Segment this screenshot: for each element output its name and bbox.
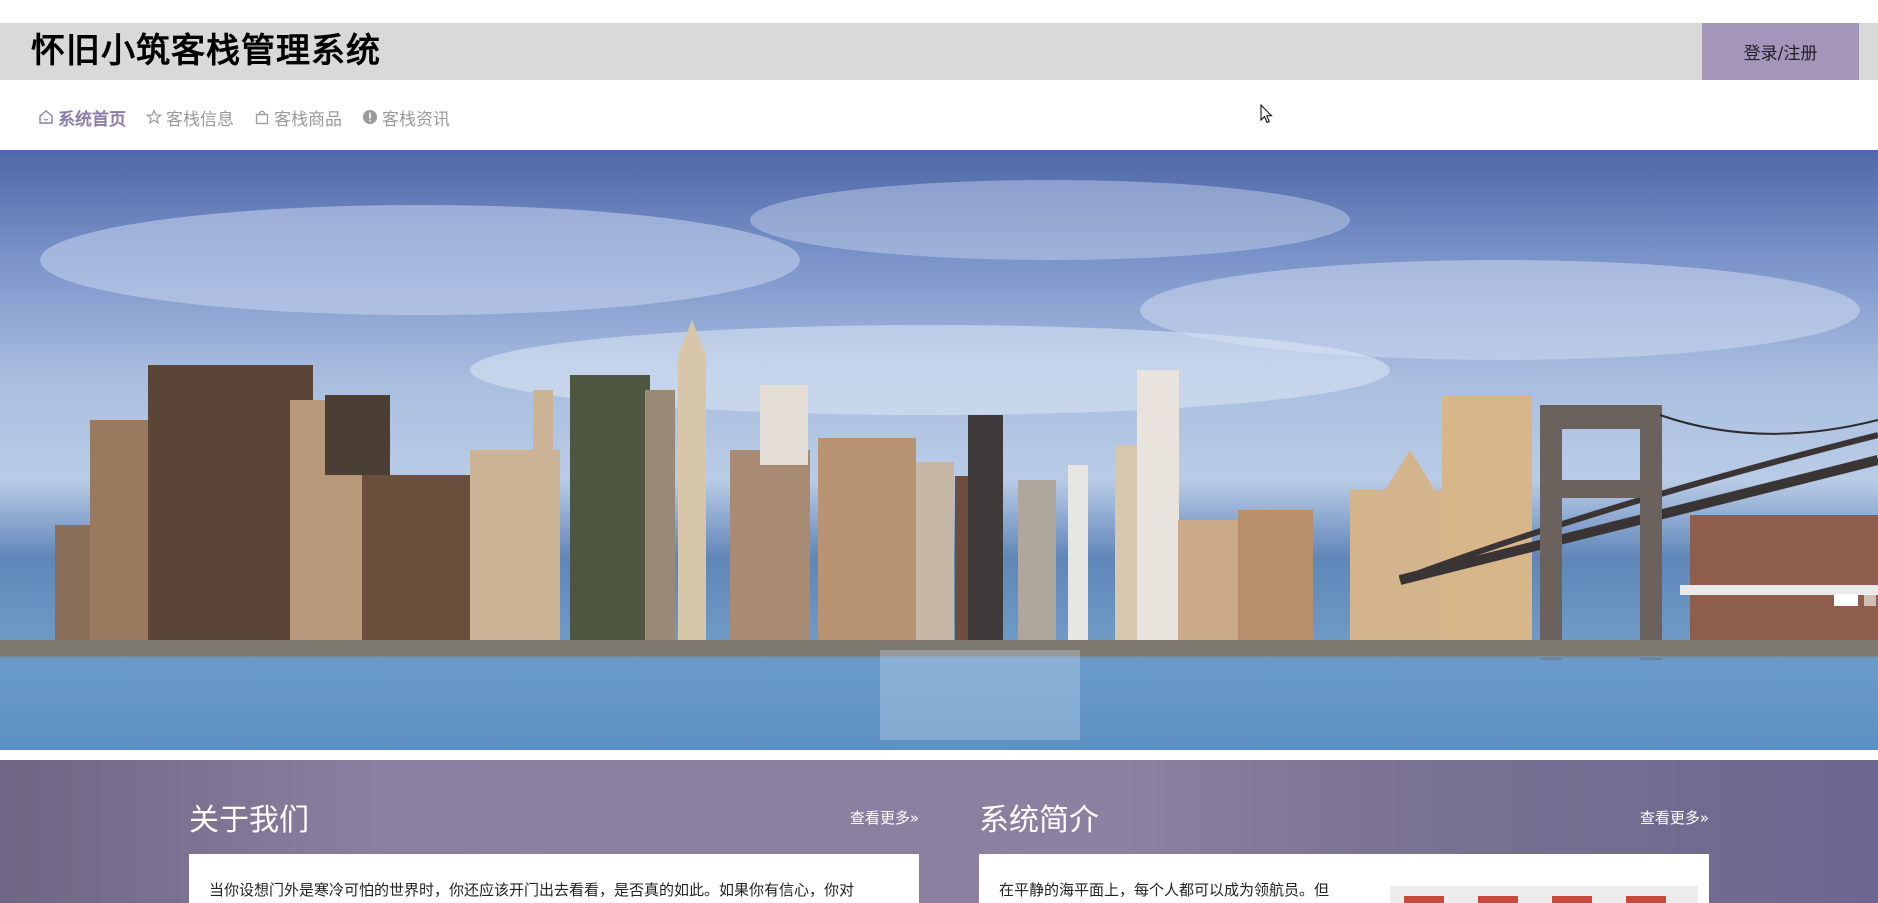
info-icon <box>363 110 377 124</box>
main-nav: 系统首页 客栈信息 客栈商品 客栈资讯 <box>38 103 450 131</box>
about-more-link[interactable]: 查看更多» <box>850 807 919 828</box>
intro-text: 在平静的海平面上，每个人都可以成为领航员。但 <box>999 881 1330 899</box>
nav-item-inn-goods[interactable]: 客栈商品 <box>254 105 342 130</box>
carousel-dot-active[interactable] <box>1834 594 1858 606</box>
intro-title: 系统简介 <box>979 803 1099 838</box>
about-card: 当你设想门外是寒冷可怕的世界时，你还应该开门出去看看，是否真的如此。如果你有信心… <box>189 854 919 903</box>
nav-item-label: 客栈资讯 <box>382 109 450 130</box>
carousel-dot[interactable] <box>1864 594 1876 606</box>
info-section: 关于我们 查看更多» 当你设想门外是寒冷可怕的世界时，你还应该开门出去看看，是否… <box>0 760 1878 903</box>
mouse-cursor-icon <box>1260 104 1273 124</box>
about-header: 关于我们 查看更多» <box>189 795 919 839</box>
header-bar: 怀旧小筑客栈管理系统 登录/注册 <box>0 23 1878 80</box>
nav-item-label: 系统首页 <box>58 109 126 130</box>
about-text: 当你设想门外是寒冷可怕的世界时，你还应该开门出去看看，是否真的如此。如果你有信心… <box>209 881 855 899</box>
about-title: 关于我们 <box>189 803 309 838</box>
star-icon <box>146 109 162 125</box>
bag-icon <box>255 110 269 125</box>
nav-item-home[interactable]: 系统首页 <box>38 105 126 130</box>
hero-banner[interactable] <box>0 150 1878 750</box>
site-title: 怀旧小筑客栈管理系统 <box>31 31 381 71</box>
intro-image <box>1390 886 1698 903</box>
home-icon <box>39 110 53 124</box>
nav-item-label: 客栈商品 <box>274 109 342 130</box>
intro-more-link[interactable]: 查看更多» <box>1640 807 1709 828</box>
nav-item-inn-info[interactable]: 客栈信息 <box>146 105 234 130</box>
city-skyline-image <box>0 180 1878 750</box>
page: 怀旧小筑客栈管理系统 登录/注册 系统首页 客栈信息 客栈商品 客栈资讯 关于我… <box>0 0 1878 903</box>
nav-item-label: 客栈信息 <box>166 109 234 130</box>
carousel-indicators <box>1834 594 1876 606</box>
intro-header: 系统简介 查看更多» <box>979 795 1709 839</box>
nav-item-inn-news[interactable]: 客栈资讯 <box>362 105 450 130</box>
login-register-button[interactable]: 登录/注册 <box>1702 23 1859 80</box>
